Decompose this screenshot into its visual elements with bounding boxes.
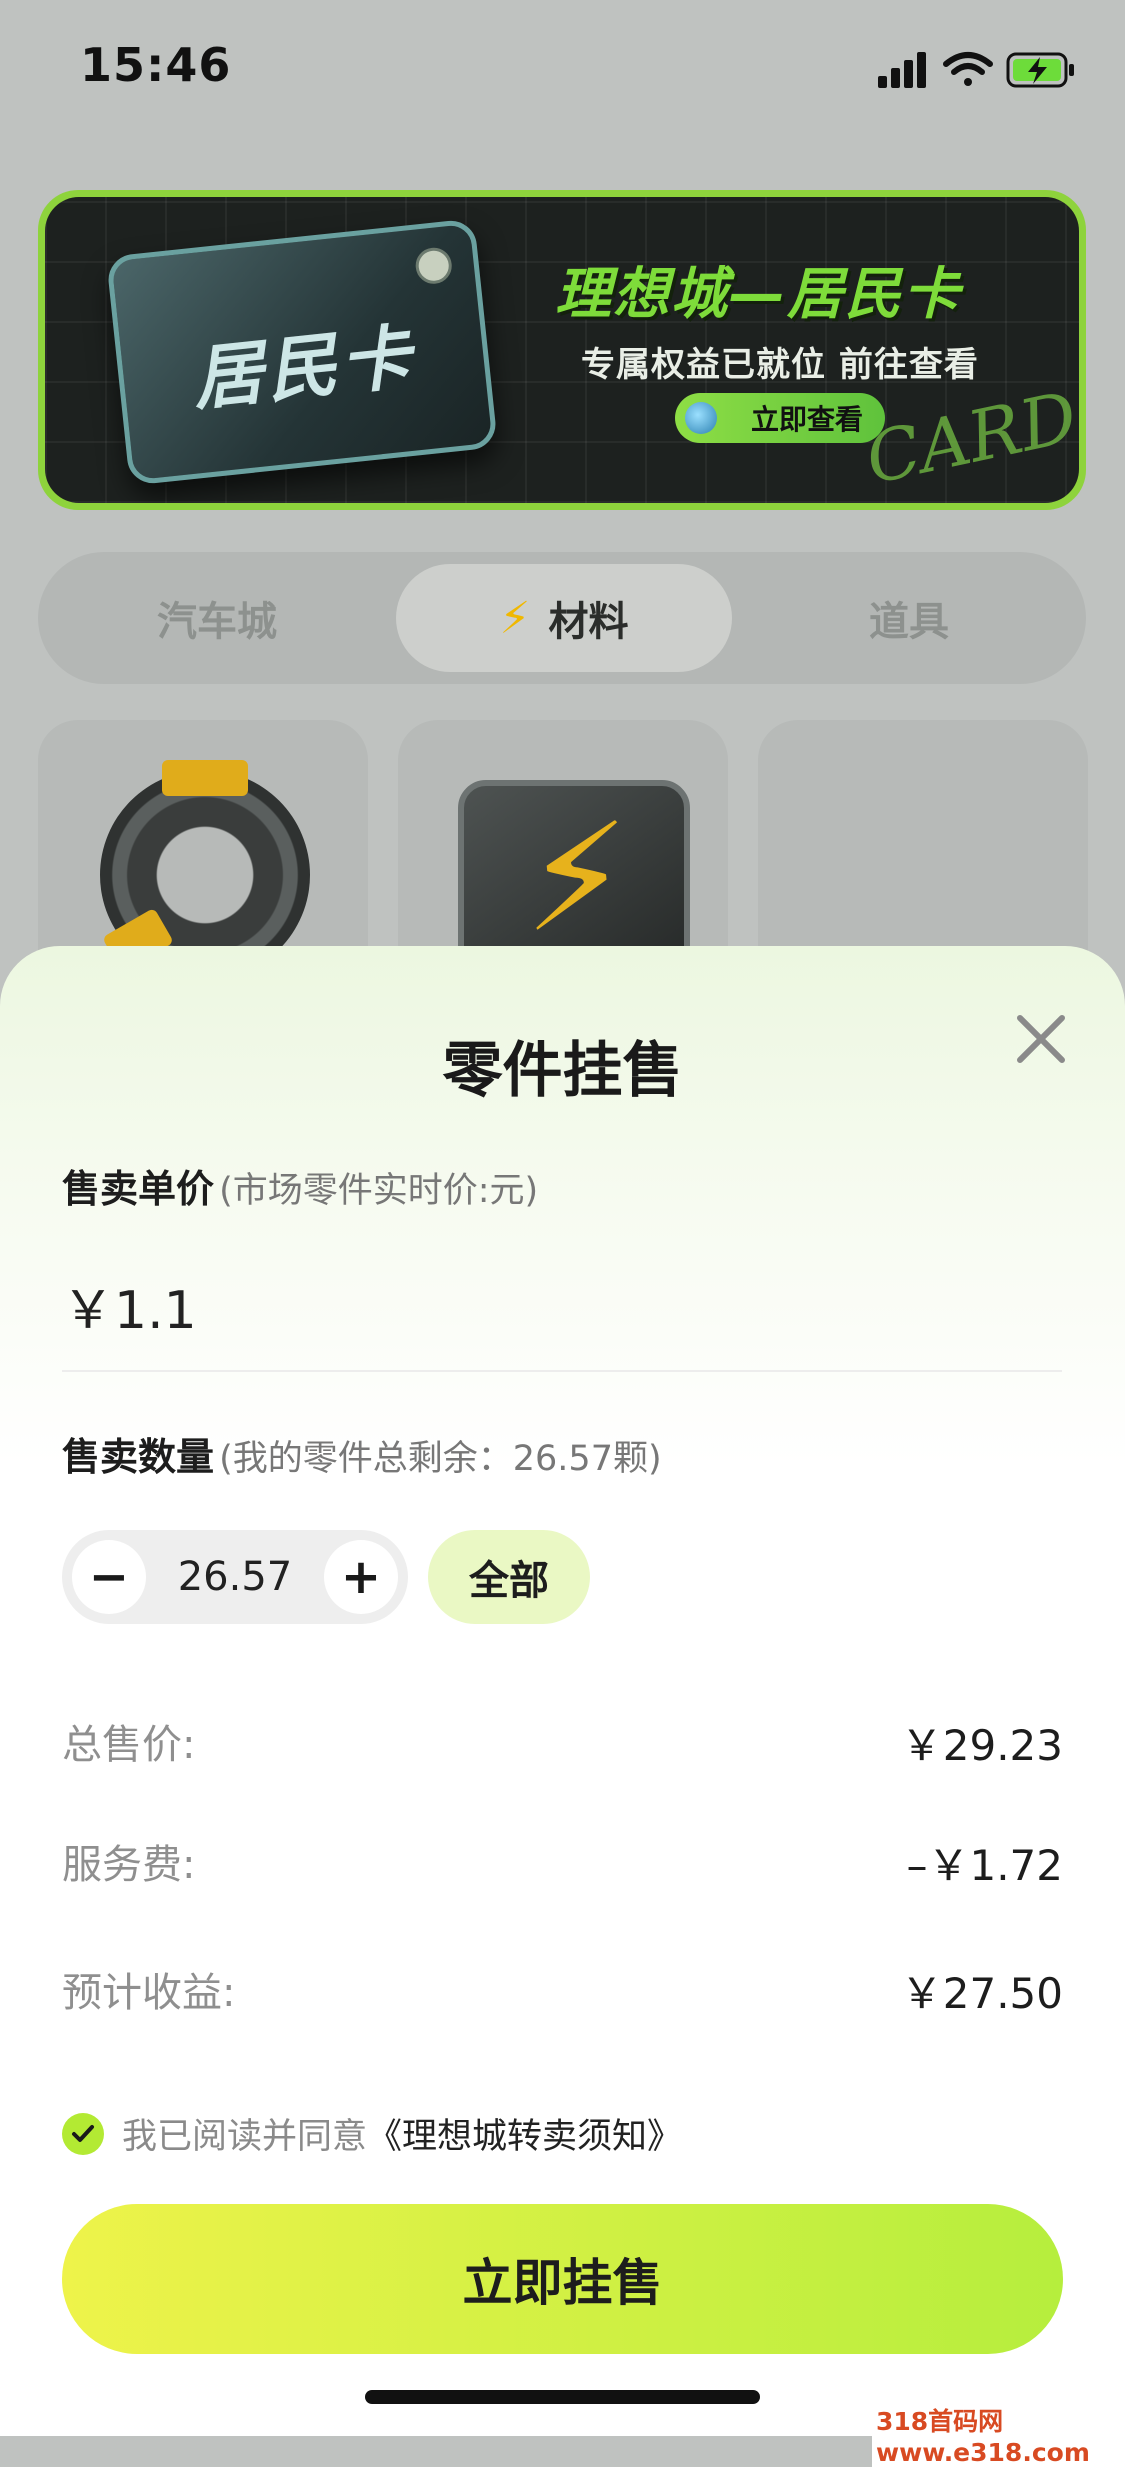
lightning-icon: ⚡ [524,792,630,966]
agreement-link[interactable]: 《理想城转卖须知》 [367,2108,682,2159]
banner-deco-text: CARD [858,375,1079,501]
unit-price-label: 售卖单价 [62,1167,215,1211]
globe-icon [685,402,717,434]
listing-sheet: 零件挂售 售卖单价 (市场零件实时价:元) ￥1.1 售卖数量 (我的零件总剩余… [0,946,1125,2436]
sheet-title: 零件挂售 [442,1036,683,1106]
quantity-heading: 售卖数量 (我的零件总剩余：26.57颗) [62,1426,662,1481]
unit-price-input[interactable]: ￥1.1 [62,1268,197,1343]
select-all-button[interactable]: 全部 [428,1530,590,1624]
list-now-button[interactable]: 立即挂售 [62,2204,1063,2354]
unit-price-hint: (市场零件实时价:元) [219,1171,539,1211]
close-icon[interactable] [1010,1008,1072,1070]
tab-props[interactable]: 道具 [732,552,1086,684]
resident-card-image: 居民卡 [105,218,499,486]
agreement-row: 我已阅读并同意 《理想城转卖须知》 [62,2108,682,2159]
view-now-label: 立即查看 [750,403,863,436]
tab-label: 材料 [548,599,629,645]
resident-card-banner[interactable]: 居民卡 理想城—居民卡 专属权益已就位 前往查看 立即查看 CARD [38,190,1086,510]
quantity-stepper: − 26.57 + [62,1530,408,1624]
tab-car-city[interactable]: 汽车城 [38,552,396,684]
unit-price-heading: 售卖单价 (市场零件实时价:元) [62,1158,538,1213]
home-indicator[interactable] [365,2390,760,2404]
card-art-label: 居民卡 [188,315,419,421]
quantity-hint: (我的零件总剩余：26.57颗) [219,1439,662,1479]
quantity-label: 售卖数量 [62,1435,215,1479]
agreement-checkbox[interactable] [62,2112,104,2155]
status-time: 15:46 [80,38,232,92]
divider [62,1370,1062,1372]
view-now-button[interactable]: 立即查看 [675,393,885,443]
lightning-icon: ⚡ [499,592,531,644]
wifi-icon [943,52,993,86]
total-price-value: ￥29.23 [900,1721,1063,1770]
signal-icon [878,52,926,88]
decrease-button[interactable]: − [72,1540,146,1614]
watermark: 318首码网 www.e318.com [872,2402,1125,2467]
estimated-income-value: ￥27.50 [900,1969,1063,2018]
card-dot-icon [413,245,454,286]
total-price-label: 总售价: [62,1722,196,1768]
tab-label: 道具 [869,599,949,645]
checkmark-icon [72,2124,94,2142]
estimated-income-label: 预计收益: [62,1970,236,2016]
service-fee-value: –￥1.72 [906,1841,1063,1890]
tab-materials[interactable]: ⚡ 材料 [396,564,732,672]
category-tabs: 汽车城 ⚡ 材料 道具 [38,552,1086,684]
increase-button[interactable]: + [324,1540,398,1614]
service-fee-label: 服务费: [62,1842,196,1888]
quantity-input[interactable]: 26.57 [154,1530,316,1624]
banner-title: 理想城—居民卡 [555,262,961,327]
banner-subtitle: 专属权益已就位 前往查看 [581,345,979,385]
battery-charging-icon [1006,52,1074,88]
tab-label: 汽车城 [157,599,277,645]
agreement-text: 我已阅读并同意 [122,2117,368,2157]
status-icons [878,52,1074,88]
gear-part-accent [162,760,248,796]
